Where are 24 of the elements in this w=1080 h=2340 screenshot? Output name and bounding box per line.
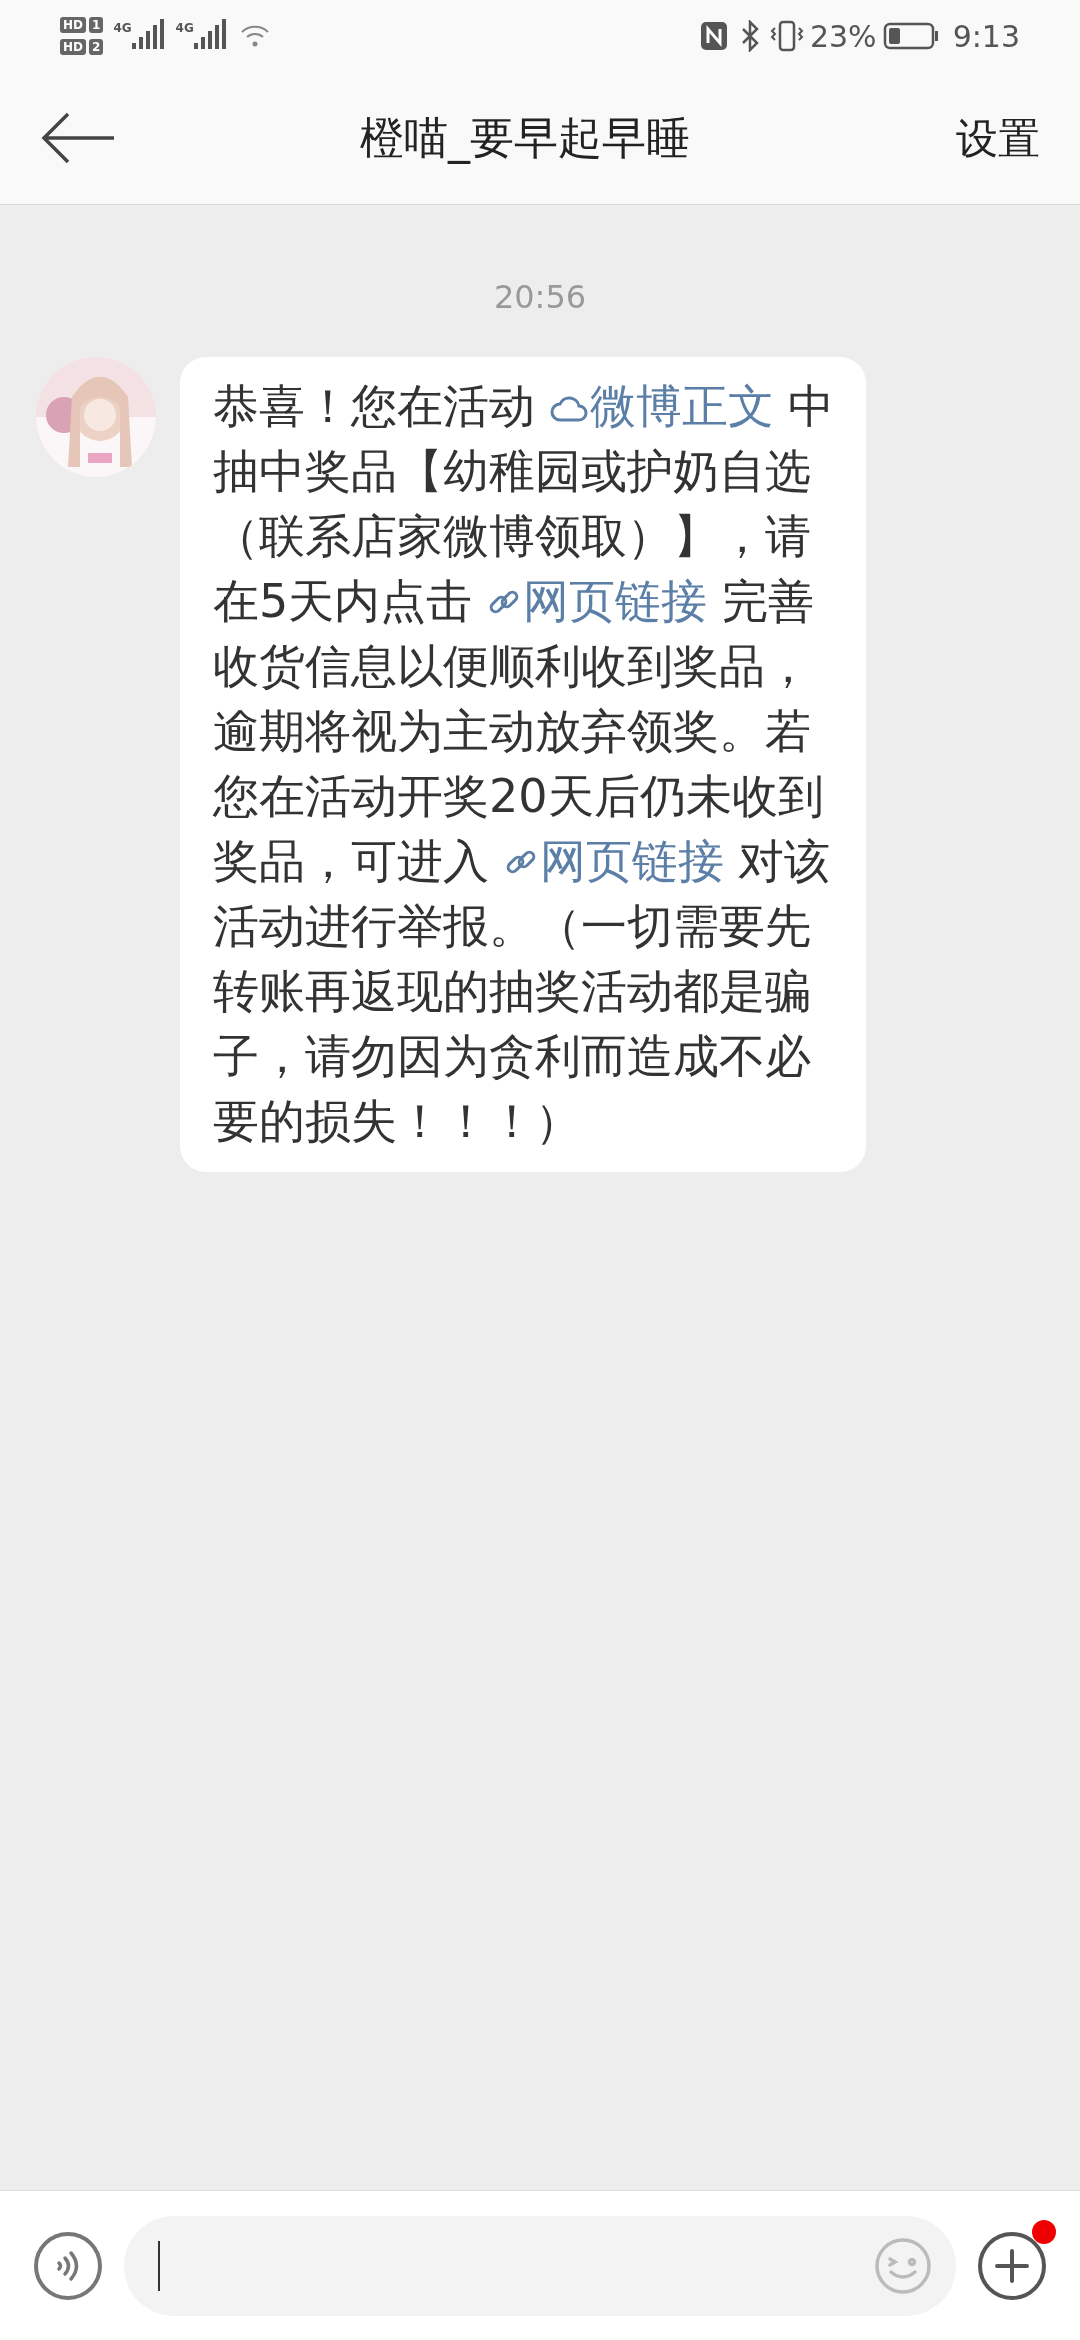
wifi-icon <box>239 24 270 48</box>
network-type: 4G <box>175 20 194 37</box>
hd-badge: HD <box>60 39 86 55</box>
nfc-icon <box>699 21 728 51</box>
bluetooth-icon <box>739 20 760 52</box>
voice-button[interactable] <box>34 2231 102 2300</box>
network-type: 4G <box>113 20 132 37</box>
clock: 9:13 <box>952 17 1020 56</box>
hd-badge: HD <box>60 17 86 33</box>
cloud-icon <box>549 394 588 424</box>
web-link[interactable]: 网页链接 <box>486 574 707 628</box>
post-link[interactable]: 微博正文 <box>549 379 774 433</box>
sim-slot-badge: 2 <box>89 39 104 55</box>
sim-slot-badge: 1 <box>89 17 104 33</box>
settings-button[interactable]: 设置 <box>920 106 1040 170</box>
message-text: 恭喜！您在活动 微博正文 中抽中奖品【幼稚园或护奶自选（联系店家微博领取）】，请在5天内点击 网页链接 完善收货信息以便顺利收到奖品，逾期将视为主动放弃领奖。若您在活动开奖20天后仍未收到奖品，可进入 网页链接 对该活动进行举报。（一切需要先转账再返现的抽奖活动都是骗子，请勿因为贪利而造成不必要的损失！！！） <box>213 378 836 1150</box>
back-arrow-icon <box>40 110 116 166</box>
plus-icon <box>994 2247 1030 2284</box>
message-time: 20:56 <box>493 277 587 318</box>
battery-percent: 23% <box>809 17 877 56</box>
web-link[interactable]: 网页链接 <box>503 834 724 888</box>
vibrate-icon <box>769 20 804 52</box>
chat-title: 橙喵_要早起早睡 <box>359 111 691 166</box>
battery-icon <box>882 22 939 50</box>
